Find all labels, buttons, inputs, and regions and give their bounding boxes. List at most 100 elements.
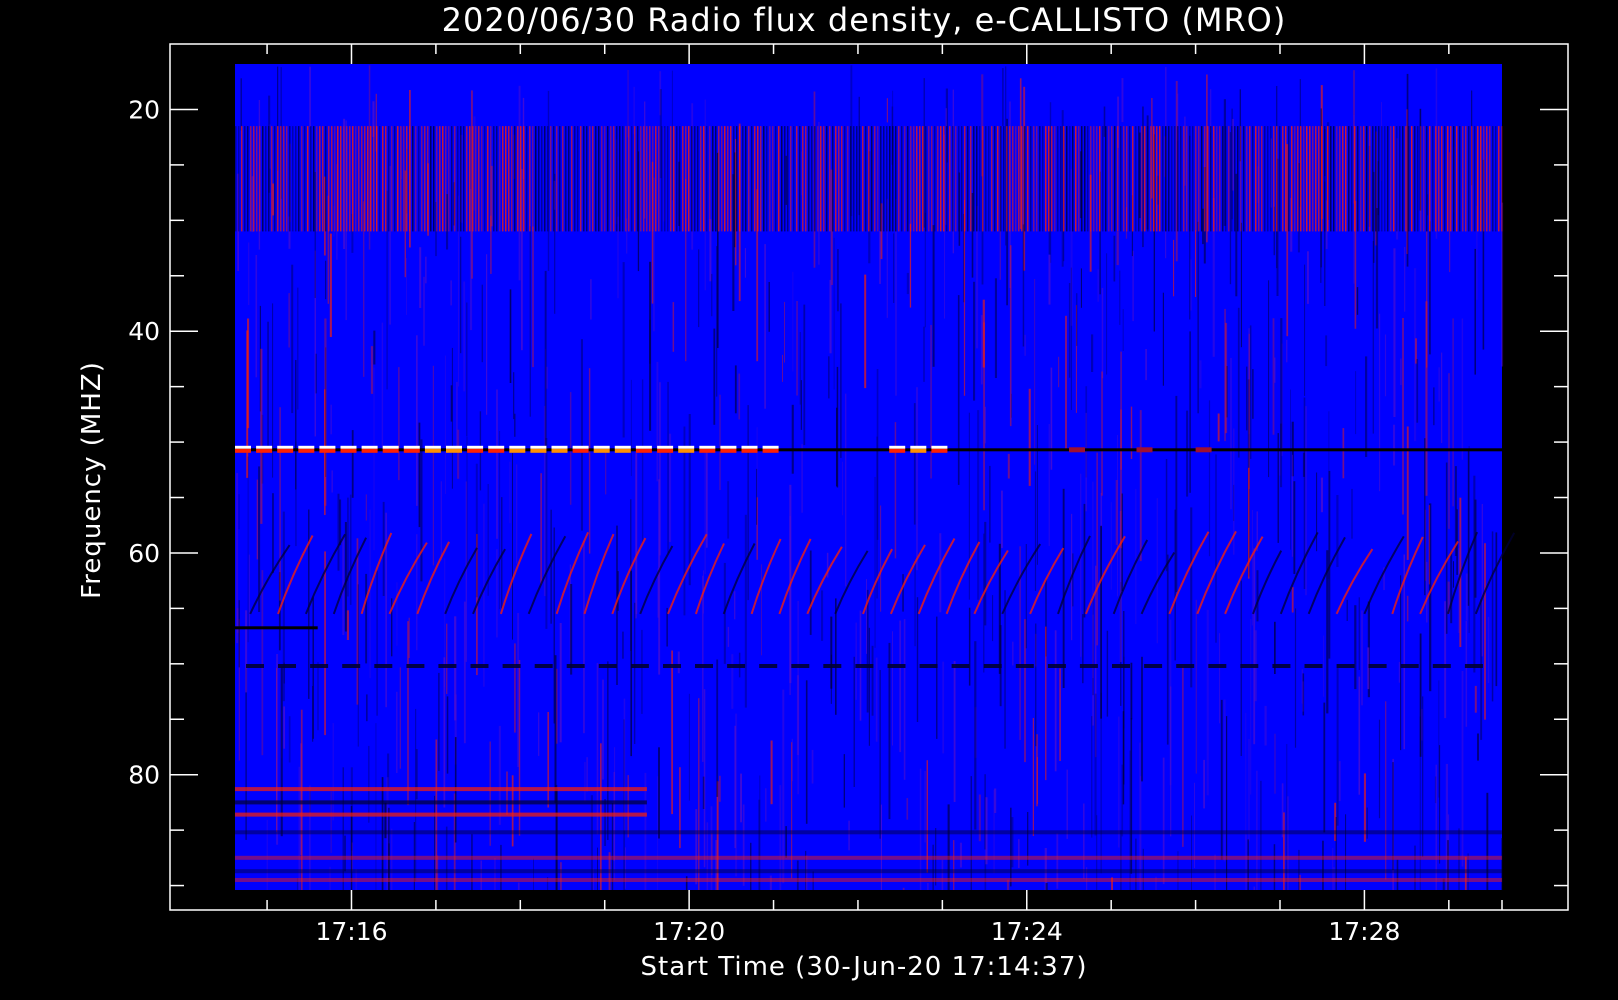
flux-block-bottom (509, 448, 526, 453)
band-stripe (370, 126, 372, 232)
band-stripe (784, 126, 786, 232)
band-stripe (964, 126, 966, 232)
texture-streak (1272, 318, 1275, 435)
texture-streak (1186, 410, 1189, 497)
band-stripe (487, 126, 489, 232)
band-stripe (1060, 126, 1062, 232)
texture-streak (1320, 477, 1323, 513)
texture-streak (635, 446, 638, 615)
texture-streak (1393, 248, 1396, 417)
texture-streak (1195, 230, 1197, 297)
band-stripe (751, 126, 753, 232)
band-stripe (955, 126, 957, 232)
texture-streak (677, 651, 680, 674)
texture-streak (906, 798, 909, 820)
band-stripe (952, 126, 954, 232)
band-stripe (304, 126, 306, 232)
texture-streak (1406, 595, 1409, 622)
band-stripe (556, 126, 558, 232)
band-stripe (631, 126, 633, 232)
texture-streak (1486, 792, 1489, 890)
flux-block-top (572, 445, 589, 449)
texture-streak (1465, 621, 1468, 727)
band-stripe (1087, 126, 1089, 232)
texture-streak (671, 650, 673, 815)
band-stripe (1081, 126, 1083, 232)
y-tick-label: 80 (128, 761, 160, 790)
texture-streak (516, 464, 518, 564)
band-stripe (421, 126, 423, 232)
texture-streak (1085, 412, 1087, 512)
band-stripe (676, 126, 678, 232)
texture-streak (953, 840, 955, 890)
band-stripe (415, 126, 417, 232)
band-stripe (259, 126, 261, 232)
texture-streak (1361, 610, 1363, 706)
texture-streak (992, 595, 994, 642)
texture-streak (803, 304, 806, 446)
band-stripe (739, 126, 741, 232)
texture-streak (533, 858, 534, 890)
band-stripe (994, 126, 996, 232)
texture-streak (833, 237, 835, 390)
texture-streak (1233, 484, 1235, 521)
texture-streak (1336, 495, 1339, 567)
texture-streak (1439, 745, 1441, 864)
band-stripe (679, 126, 681, 232)
dash-segment (1240, 664, 1259, 668)
band-stripe (856, 126, 858, 232)
band-stripe (433, 126, 435, 232)
band-stripe (721, 126, 723, 232)
band-stripe (394, 126, 396, 232)
texture-streak (1050, 367, 1053, 470)
texture-streak (791, 404, 794, 474)
texture-streak (280, 666, 283, 837)
band-stripe (274, 126, 276, 232)
flux-block-top (931, 445, 948, 449)
texture-streak (1194, 782, 1195, 868)
band-stripe (562, 126, 564, 232)
texture-streak (1396, 859, 1399, 890)
band-stripe (718, 126, 720, 232)
band-stripe (358, 126, 360, 232)
texture-streak (829, 279, 832, 354)
band-stripe (1051, 126, 1053, 232)
band-stripe (961, 126, 963, 232)
flux-block-top (256, 445, 273, 449)
band-stripe (340, 126, 342, 232)
band-stripe (1435, 126, 1437, 232)
band-stripe (295, 126, 297, 232)
texture-streak (740, 773, 742, 823)
band-stripe (352, 126, 354, 232)
band-stripe (802, 126, 804, 232)
band-stripe (1324, 126, 1326, 232)
texture-streak (1034, 471, 1037, 591)
texture-streak (509, 289, 512, 383)
flux-block-bottom (488, 448, 505, 453)
texture-streak (1165, 459, 1168, 572)
band-stripe (1288, 126, 1290, 232)
texture-streak (801, 444, 803, 513)
texture-streak (634, 602, 636, 744)
band-stripe (745, 126, 747, 232)
texture-streak (247, 318, 250, 429)
band-stripe (460, 126, 462, 232)
texture-streak (1286, 744, 1288, 890)
texture-streak (1404, 247, 1406, 312)
dash-segment (1176, 664, 1195, 668)
texture-streak (1358, 597, 1360, 670)
texture-streak (641, 629, 643, 714)
texture-streak (1433, 387, 1435, 426)
texture-streak (547, 712, 549, 808)
texture-streak (1316, 472, 1318, 552)
flux-block-bottom (720, 448, 737, 453)
texture-streak (1025, 544, 1027, 649)
texture-streak (514, 643, 516, 733)
band-stripe (319, 126, 321, 232)
texture-streak (1120, 409, 1122, 549)
texture-streak (1101, 371, 1103, 496)
texture-streak (1240, 222, 1242, 348)
texture-streak (704, 99, 706, 291)
texture-streak (649, 319, 651, 364)
texture-streak (1273, 844, 1276, 890)
